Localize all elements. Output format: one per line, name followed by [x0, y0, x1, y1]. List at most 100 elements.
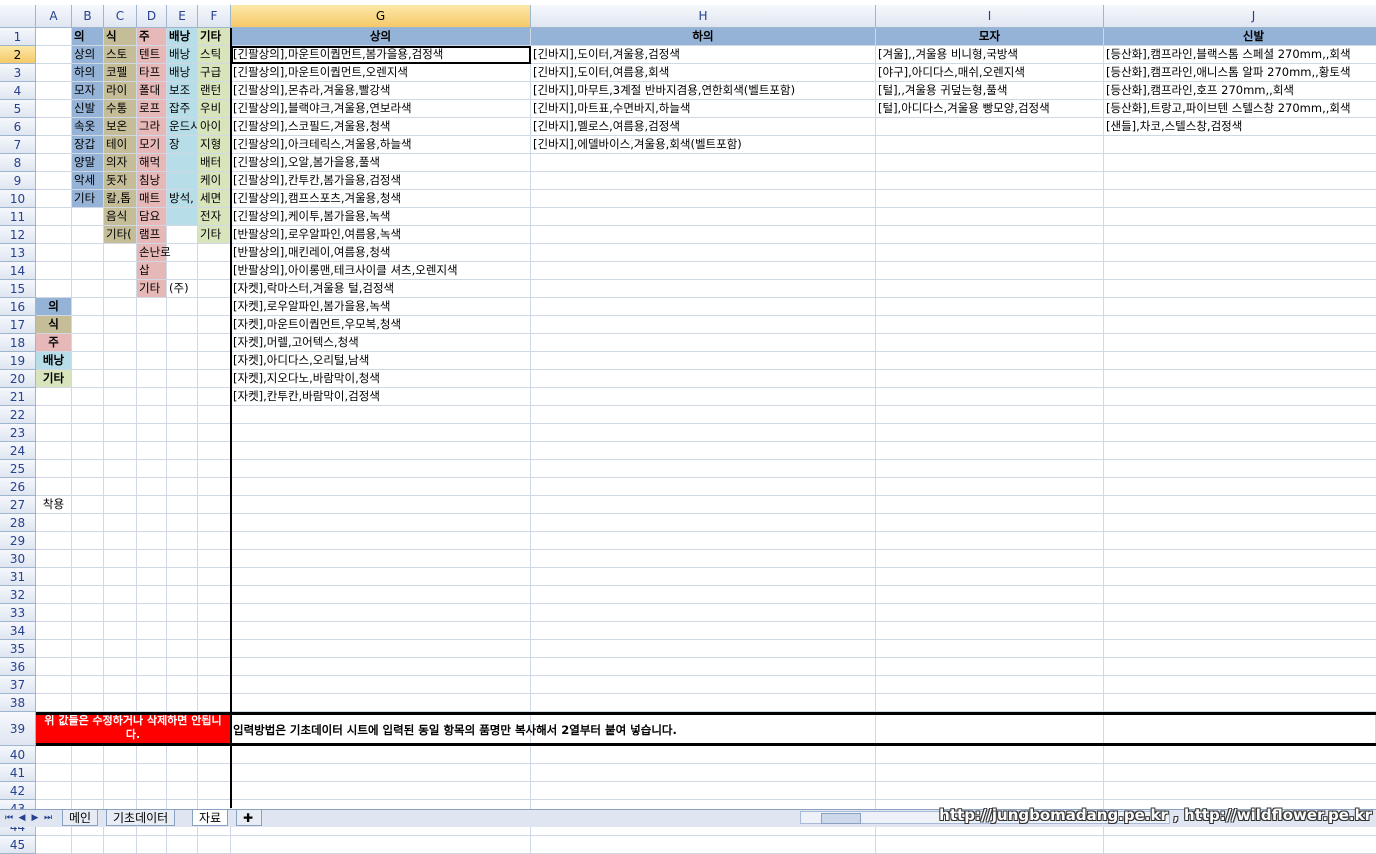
cell[interactable]: [104, 568, 137, 586]
header-cell-j[interactable]: 신발: [1104, 28, 1376, 46]
cell[interactable]: [104, 836, 137, 854]
cell[interactable]: [167, 746, 198, 764]
category-cell-d[interactable]: 타프: [137, 64, 167, 82]
row-header-33[interactable]: 33: [0, 604, 36, 622]
cell[interactable]: [137, 586, 167, 604]
cell[interactable]: [104, 298, 137, 316]
cell[interactable]: [137, 352, 167, 370]
active-cell[interactable]: [긴팔상의],마운트이퀍먼트,봄가을용,검정색: [231, 46, 531, 64]
cell[interactable]: [1104, 658, 1376, 676]
cell[interactable]: [167, 478, 198, 496]
category-cell-b[interactable]: 악세: [72, 172, 104, 190]
row-header-17[interactable]: 17: [0, 316, 36, 334]
row-header-18[interactable]: 18: [0, 334, 36, 352]
cell[interactable]: [231, 658, 531, 676]
row-header-35[interactable]: 35: [0, 640, 36, 658]
cell[interactable]: [198, 640, 231, 658]
cell[interactable]: [167, 676, 198, 694]
cell[interactable]: [104, 316, 137, 334]
cell[interactable]: [198, 388, 231, 406]
column-header-e[interactable]: E: [167, 5, 198, 28]
cell[interactable]: [198, 532, 231, 550]
cell[interactable]: [167, 532, 198, 550]
category-cell-b[interactable]: 신발: [72, 100, 104, 118]
legend-cell[interactable]: 배낭: [36, 352, 72, 370]
row-header-39[interactable]: 39: [0, 712, 36, 746]
cell[interactable]: [72, 262, 104, 280]
header-cell-b[interactable]: 의: [72, 28, 104, 46]
cell[interactable]: [36, 388, 72, 406]
category-cell-d[interactable]: 삽: [137, 262, 167, 280]
row-header-8[interactable]: 8: [0, 154, 36, 172]
cell[interactable]: [531, 604, 876, 622]
cell[interactable]: [104, 460, 137, 478]
cell[interactable]: [1104, 746, 1376, 764]
cell[interactable]: [531, 658, 876, 676]
cell[interactable]: [104, 514, 137, 532]
cell[interactable]: [531, 298, 876, 316]
cell[interactable]: [876, 496, 1104, 514]
cell[interactable]: [167, 496, 198, 514]
category-cell-c[interactable]: 테이: [104, 136, 137, 154]
cell[interactable]: [104, 352, 137, 370]
cell[interactable]: [876, 836, 1104, 854]
category-cell-e[interactable]: 잡주: [167, 100, 198, 118]
cell[interactable]: [198, 280, 231, 298]
cell[interactable]: [104, 694, 137, 712]
cell[interactable]: [167, 298, 198, 316]
row-header-9[interactable]: 9: [0, 172, 36, 190]
row-header-5[interactable]: 5: [0, 100, 36, 118]
data-cell-g[interactable]: [긴팔상의],스코필드,겨울용,청색: [231, 118, 531, 136]
cell[interactable]: [72, 424, 104, 442]
cell[interactable]: [1104, 640, 1376, 658]
row-header-30[interactable]: 30: [0, 550, 36, 568]
cell[interactable]: [167, 388, 198, 406]
cell[interactable]: [36, 782, 72, 800]
data-cell-j[interactable]: [샌들],차코,스텔스창,검정색: [1104, 118, 1376, 136]
cell[interactable]: [876, 406, 1104, 424]
cell[interactable]: [137, 746, 167, 764]
cell[interactable]: [231, 460, 531, 478]
cell[interactable]: [231, 586, 531, 604]
column-header-g[interactable]: G: [231, 5, 531, 28]
cell[interactable]: [876, 334, 1104, 352]
cell[interactable]: [167, 424, 198, 442]
cell[interactable]: [1104, 136, 1376, 154]
category-cell-e[interactable]: [167, 154, 198, 172]
cell[interactable]: [104, 424, 137, 442]
cell[interactable]: [36, 136, 72, 154]
header-cell-f[interactable]: 기타: [198, 28, 231, 46]
cell[interactable]: [876, 694, 1104, 712]
cell[interactable]: [72, 352, 104, 370]
cell[interactable]: [72, 532, 104, 550]
row-header-40[interactable]: 40: [0, 746, 36, 764]
cell[interactable]: [198, 604, 231, 622]
cell[interactable]: [531, 622, 876, 640]
cell[interactable]: [876, 424, 1104, 442]
cell[interactable]: [1104, 244, 1376, 262]
row-header-45[interactable]: 45: [0, 836, 36, 854]
cell[interactable]: [531, 568, 876, 586]
column-header-a[interactable]: A: [36, 5, 72, 28]
cell[interactable]: [876, 280, 1104, 298]
column-header-d[interactable]: D: [137, 5, 167, 28]
cell[interactable]: [36, 208, 72, 226]
cell[interactable]: [36, 604, 72, 622]
cell[interactable]: [876, 118, 1104, 136]
column-header-j[interactable]: J: [1104, 5, 1376, 28]
category-cell-f[interactable]: 구급: [198, 64, 231, 82]
cell[interactable]: [1104, 836, 1376, 854]
cell[interactable]: [104, 622, 137, 640]
cell[interactable]: [1104, 622, 1376, 640]
cell[interactable]: [876, 460, 1104, 478]
cell[interactable]: [36, 764, 72, 782]
cell[interactable]: [231, 836, 531, 854]
header-cell-c[interactable]: 식: [104, 28, 137, 46]
data-cell-g[interactable]: [긴팔상의],오알,봄가을용,풀색: [231, 154, 531, 172]
cell[interactable]: [1104, 514, 1376, 532]
row-header-20[interactable]: 20: [0, 370, 36, 388]
insert-sheet-icon[interactable]: ✚: [236, 810, 262, 826]
cell[interactable]: [876, 208, 1104, 226]
cell[interactable]: [104, 586, 137, 604]
cell[interactable]: [72, 442, 104, 460]
